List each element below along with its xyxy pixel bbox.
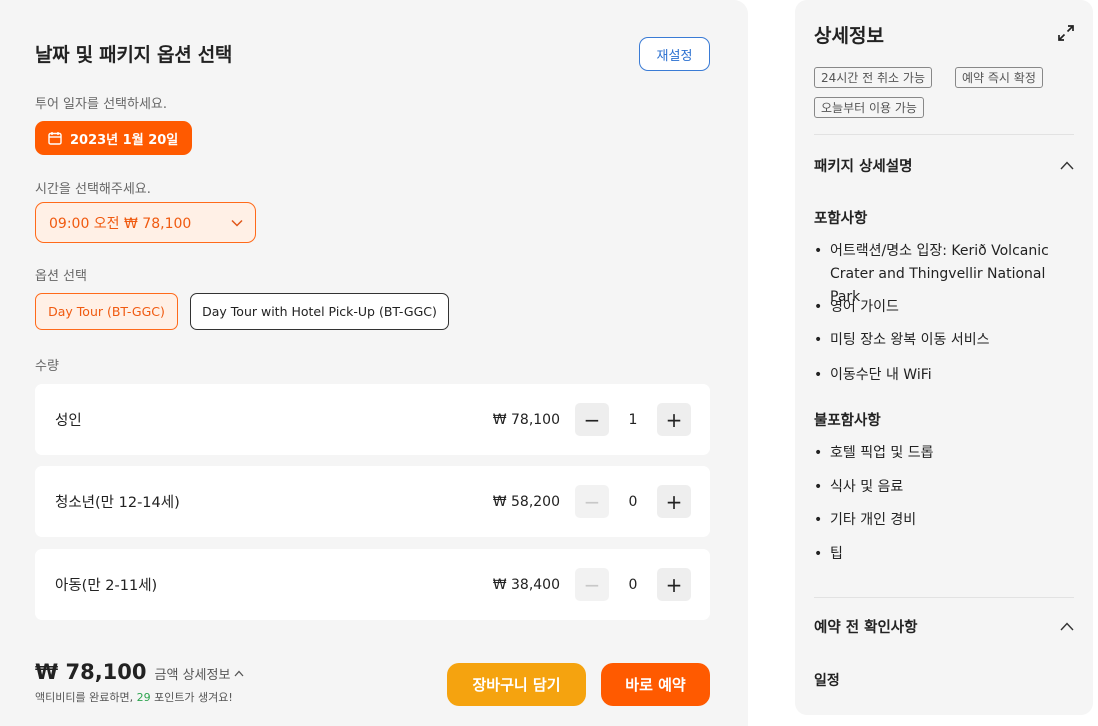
total-price: ₩ 78,100 금액 상세정보 <box>35 660 244 684</box>
list-item: • 팁 <box>814 546 843 562</box>
reset-button[interactable]: 재설정 <box>639 37 710 71</box>
option-day-tour-hotel-pickup[interactable]: Day Tour with Hotel Pick-Up (BT-GGC) <box>190 293 449 330</box>
date-picker-button[interactable]: 2023년 1월 20일 <box>35 121 193 155</box>
quantity-price: ₩ 58,200 <box>492 493 560 510</box>
booking-info-toggle[interactable]: 예약 전 확인사항 <box>814 614 1074 638</box>
divider <box>814 134 1074 135</box>
chevron-up-icon <box>1060 621 1074 630</box>
quantity-row-child: 아동(만 2-11세) ₩ 38,400 − 0 + <box>35 549 710 620</box>
quantity-label: 청소년(만 12-14세) <box>55 495 180 511</box>
calendar-icon <box>48 132 62 145</box>
list-item: • 미팅 장소 왕복 이동 서비스 <box>814 332 990 348</box>
detail-title: 상세정보 <box>814 25 884 47</box>
price-detail-label: 금액 상세정보 <box>154 668 231 683</box>
date-value: 2023년 1월 20일 <box>70 132 179 148</box>
panel-title: 날짜 및 패키지 옵션 선택 <box>35 44 233 66</box>
list-item: • 식사 및 음료 <box>814 479 904 495</box>
package-section-toggle[interactable]: 패키지 상세설명 <box>814 153 1074 177</box>
minus-icon[interactable]: − <box>575 485 609 518</box>
included-title: 포함사항 <box>814 211 868 227</box>
time-select[interactable]: 09:00 오전 ₩ 78,100 <box>35 202 256 243</box>
booking-info-title: 예약 전 확인사항 <box>814 619 918 636</box>
plus-icon[interactable]: + <box>657 485 691 518</box>
tag-instant-confirm: 예약 즉시 확정 <box>955 67 1043 88</box>
minus-icon[interactable]: − <box>575 403 609 436</box>
schedule-label: 일정 <box>814 673 840 689</box>
option-day-tour[interactable]: Day Tour (BT-GGC) <box>35 293 178 330</box>
booking-panel: 날짜 및 패키지 옵션 선택 재설정 투어 일자를 선택하세요. 2023년 1… <box>0 0 748 726</box>
minus-icon[interactable]: − <box>575 568 609 601</box>
chevron-up-icon <box>1060 160 1074 169</box>
date-prompt: 투어 일자를 선택하세요. <box>35 97 167 112</box>
quantity-label: 아동(만 2-11세) <box>55 578 158 594</box>
divider <box>814 597 1074 598</box>
points-note: 액티비티를 완료하면, 29 포인트가 생겨요! <box>35 691 233 704</box>
chevron-up-icon <box>234 670 244 677</box>
quantity-value: 1 <box>628 411 638 428</box>
quantity-row-adult: 성인 ₩ 78,100 − 1 + <box>35 384 710 455</box>
quantity-price: ₩ 38,400 <box>492 576 560 593</box>
total-amount: ₩ 78,100 <box>35 660 147 684</box>
quantity-value: 0 <box>628 493 638 510</box>
list-item: • 이동수단 내 WiFi <box>814 367 932 383</box>
price-detail-toggle[interactable]: 금액 상세정보 <box>155 664 245 683</box>
quantity-value: 0 <box>628 576 638 593</box>
quantity-prompt: 수량 <box>35 359 59 374</box>
list-item: • 호텔 픽업 및 드롭 <box>814 445 934 461</box>
book-now-button[interactable]: 바로 예약 <box>601 663 710 706</box>
plus-icon[interactable]: + <box>657 568 691 601</box>
quantity-row-youth: 청소년(만 12-14세) ₩ 58,200 − 0 + <box>35 466 710 537</box>
expand-icon[interactable] <box>1057 24 1075 42</box>
tag-free-cancel: 24시간 전 취소 가능 <box>814 67 932 88</box>
quantity-label: 성인 <box>55 413 82 429</box>
quantity-price: ₩ 78,100 <box>492 411 560 428</box>
time-value: 09:00 오전 ₩ 78,100 <box>49 215 192 232</box>
chevron-down-icon <box>231 219 243 227</box>
time-prompt: 시간을 선택해주세요. <box>35 182 151 197</box>
points-value: 29 <box>136 691 151 704</box>
list-item: • 기타 개인 경비 <box>814 512 917 528</box>
plus-icon[interactable]: + <box>657 403 691 436</box>
excluded-title: 불포함사항 <box>814 413 881 429</box>
tag-available-today: 오늘부터 이용 가능 <box>814 97 924 118</box>
detail-panel: 상세정보 24시간 전 취소 가능 예약 즉시 확정 오늘부터 이용 가능 패키… <box>795 0 1093 715</box>
list-item: • 영어 가이드 <box>814 299 899 315</box>
package-section-title: 패키지 상세설명 <box>814 158 913 175</box>
option-prompt: 옵션 선택 <box>35 269 87 284</box>
add-to-cart-button[interactable]: 장바구니 담기 <box>447 663 586 706</box>
